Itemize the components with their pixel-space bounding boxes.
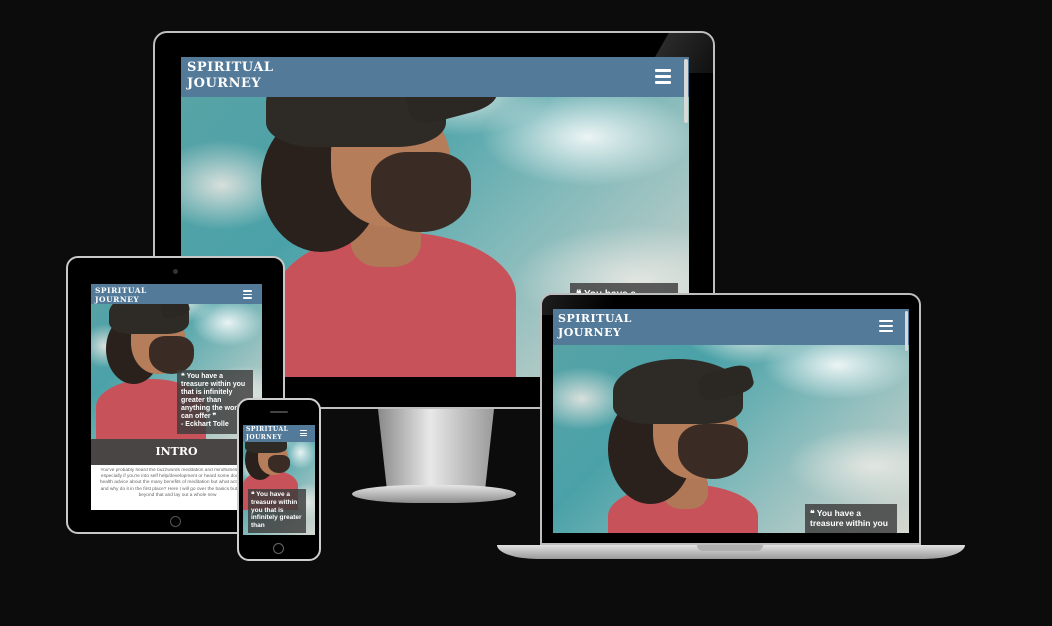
brand-logo[interactable]: SPIRITUAL JOURNEY [95, 286, 147, 304]
navbar: SPIRITUAL JOURNEY [243, 425, 315, 442]
brand-logo[interactable]: SPIRITUAL JOURNEY [558, 312, 632, 340]
hamburger-icon[interactable] [879, 320, 893, 332]
navbar: SPIRITUAL JOURNEY [181, 57, 689, 97]
hamburger-icon[interactable] [243, 290, 252, 299]
navbar: SPIRITUAL JOURNEY [91, 284, 262, 304]
navbar: SPIRITUAL JOURNEY [553, 309, 909, 345]
phone-home-button[interactable] [273, 543, 284, 554]
tablet-camera [173, 269, 178, 274]
laptop-device: ❝ You have a treasure within you SPIRITUA… [540, 293, 921, 545]
monitor-stand [378, 409, 494, 493]
monitor-base [352, 485, 516, 503]
laptop-screen: ❝ You have a treasure within you SPIRITUA… [553, 309, 909, 533]
intro-text: You've probably heard the buzzwords medi… [99, 468, 256, 498]
scrollbar[interactable] [684, 59, 688, 123]
tablet-home-button[interactable] [170, 516, 181, 527]
brand-logo[interactable]: SPIRITUAL JOURNEY [187, 60, 273, 92]
phone-speaker [270, 411, 288, 413]
hero-quote: ❝ You have a treasure within you that is… [248, 489, 306, 533]
phone-screen: ❝ You have a treasure within you that is… [243, 425, 315, 535]
hamburger-icon[interactable] [300, 430, 307, 436]
laptop-notch [697, 545, 763, 551]
brand-logo[interactable]: SPIRITUAL JOURNEY [246, 426, 288, 441]
hero-quote: ❝ You have a treasure within you [805, 504, 897, 533]
scrollbar[interactable] [905, 311, 908, 351]
hamburger-icon[interactable] [655, 69, 671, 84]
phone-device: ❝ You have a treasure within you that is… [237, 398, 321, 561]
